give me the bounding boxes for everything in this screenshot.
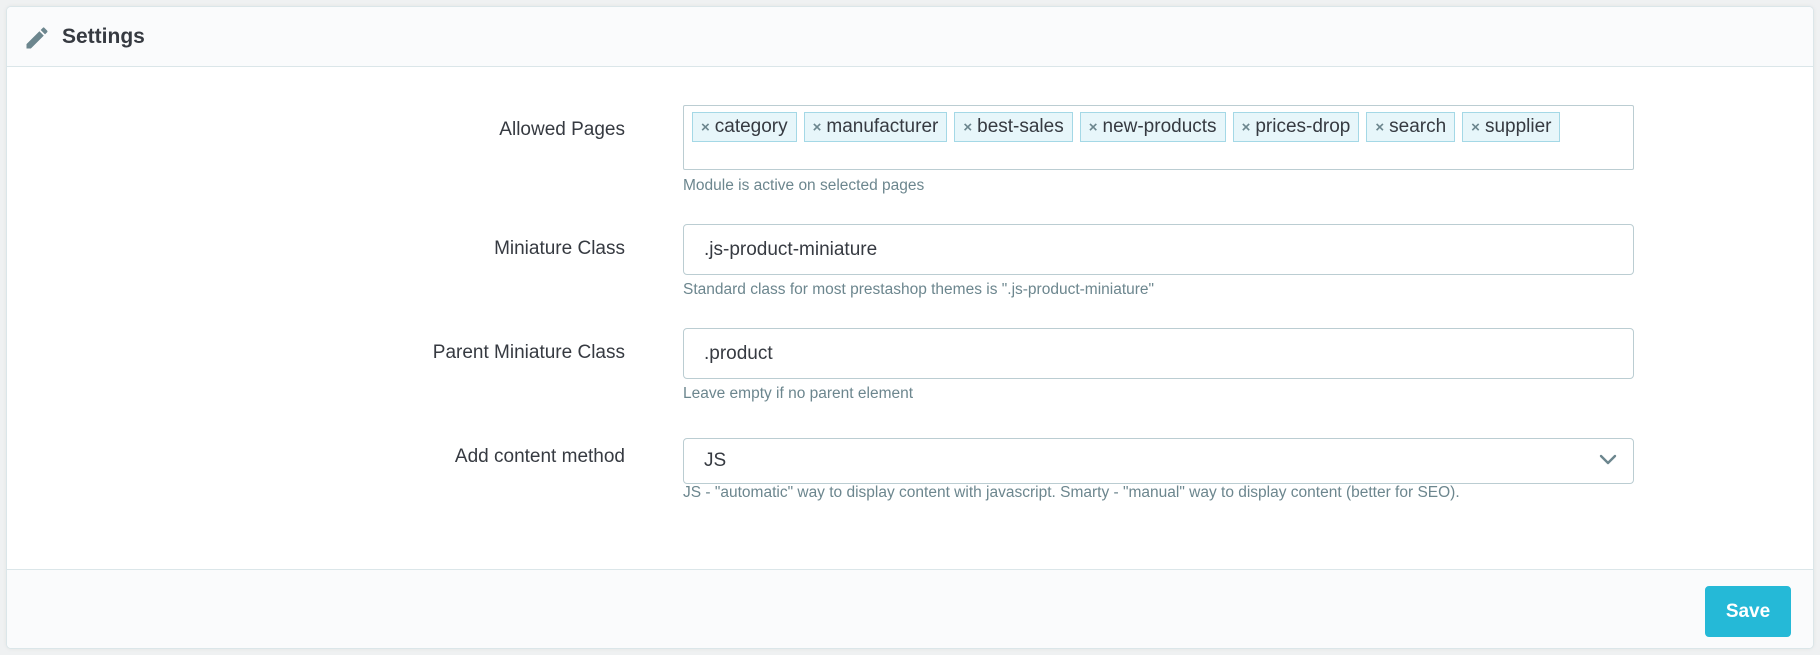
panel-title: Settings (62, 25, 145, 48)
page-tag: × search (1366, 112, 1456, 142)
allowed-pages-tags-input[interactable]: × category × manufacturer × best-sales × new-pr… (683, 105, 1634, 170)
page-tag-label: supplier (1484, 116, 1552, 137)
add-content-method-help: JS - "automatic" way to display content … (683, 484, 1460, 501)
remove-tag-icon[interactable]: × (963, 114, 972, 142)
page-tag: × best-sales (954, 112, 1073, 142)
panel-heading: Settings (7, 7, 1813, 67)
page-tag: × prices-drop (1232, 112, 1360, 142)
page-tag: × new-products (1079, 112, 1226, 142)
add-content-method-select[interactable]: JS (683, 438, 1634, 484)
remove-tag-icon[interactable]: × (701, 114, 710, 142)
page-tag-label: search (1389, 116, 1447, 137)
page-tag-label: prices-drop (1255, 116, 1351, 137)
parent-miniature-class-label: Parent Miniature Class (432, 342, 625, 363)
remove-tag-icon[interactable]: × (1242, 114, 1251, 142)
remove-tag-icon[interactable]: × (1471, 114, 1480, 142)
pencil-icon (26, 27, 48, 49)
allowed-pages-label: Allowed Pages (499, 119, 625, 140)
settings-panel: Settings Allowed Pages × category × manufac… (6, 6, 1814, 649)
page-tag-label: best-sales (977, 116, 1064, 137)
page-tag: × category (692, 112, 797, 142)
miniature-class-help: Standard class for most prestashop theme… (683, 281, 1155, 298)
remove-tag-icon[interactable]: × (1089, 114, 1098, 142)
panel-footer: Save (7, 569, 1813, 648)
page-tag-label: new-products (1102, 116, 1217, 137)
parent-miniature-class-help: Leave empty if no parent element (683, 385, 914, 402)
remove-tag-icon[interactable]: × (1375, 114, 1384, 142)
miniature-class-label: Miniature Class (494, 238, 625, 259)
remove-tag-icon[interactable]: × (813, 114, 822, 142)
page-tag: × supplier (1462, 112, 1561, 142)
page-tag-label: category (714, 116, 788, 137)
add-content-method-value: JS (704, 450, 727, 471)
add-content-method-label: Add content method (454, 446, 625, 467)
save-button[interactable]: Save (1705, 586, 1791, 637)
allowed-pages-help: Module is active on selected pages (683, 177, 925, 194)
chevron-down-icon (1599, 454, 1617, 465)
page-tag-label: manufacturer (826, 116, 939, 137)
page-tag: × manufacturer (803, 112, 948, 142)
miniature-class-input[interactable] (683, 224, 1634, 275)
parent-miniature-class-input[interactable] (683, 328, 1634, 379)
